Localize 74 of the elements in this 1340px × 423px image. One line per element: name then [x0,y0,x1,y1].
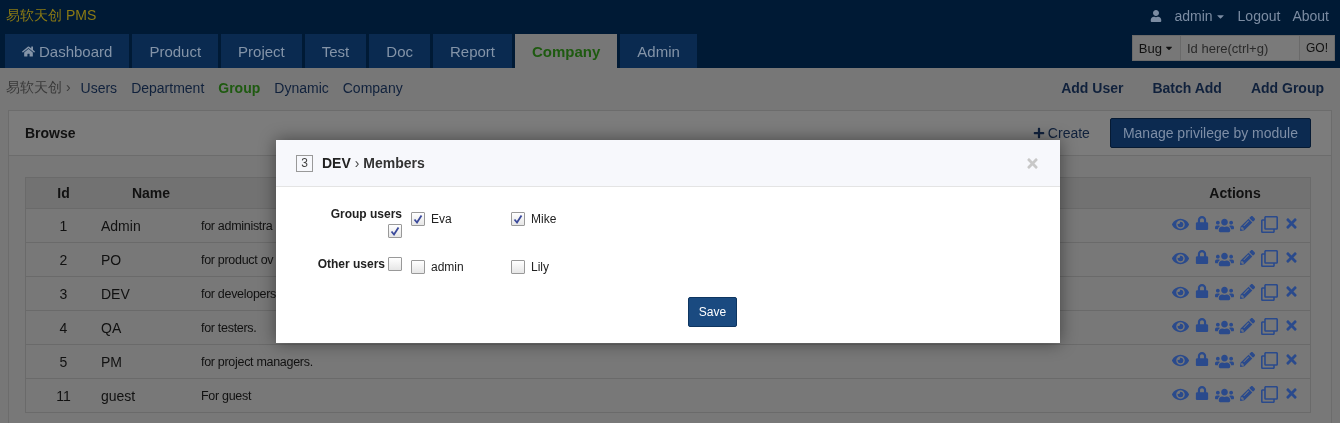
group-id: 3 [296,154,313,172]
nav-tab[interactable]: Test [304,34,367,68]
plus-icon [1032,127,1045,139]
copy-icon[interactable] [1260,386,1278,405]
nav-tab[interactable]: Doc [369,34,430,68]
table-cell: For guest [201,388,252,403]
nav-tab[interactable]: Product [132,34,219,68]
home-icon [22,44,35,58]
nav-tab[interactable]: Report [433,34,512,68]
copy-icon[interactable] [1260,250,1278,269]
dialog-title: DEV › Members [322,155,425,171]
table-cell: for administra [201,218,273,233]
panel-title: Browse [25,125,76,141]
app-brand: 易软天创 PMS [6,7,97,25]
user-name: Lily [531,260,549,274]
save-button[interactable]: Save [688,297,737,327]
user-icon [1150,10,1163,22]
checkbox[interactable] [411,212,425,226]
column-header: Actions [1208,185,1262,201]
users-icon[interactable] [1214,284,1234,303]
table-cell-text: 5 [58,353,69,370]
table-cell-text: guest [101,387,137,404]
action-link[interactable]: Batch Add [1152,80,1222,96]
action-link[interactable]: Add Group [1250,80,1324,96]
table-cell-text: QA [101,319,123,336]
table-cell-text: Admin [101,217,142,234]
subnav-link[interactable]: Users [80,80,118,96]
nav-tab[interactable]: Admin [620,34,697,68]
manage-privilege-button[interactable]: Manage privilege by module [1109,118,1311,148]
header-link[interactable]: About [1292,8,1329,24]
copy-icon[interactable] [1260,284,1278,303]
copy-icon[interactable] [1260,352,1278,371]
users-icon[interactable] [1214,250,1234,269]
copy-icon[interactable] [1260,318,1278,337]
checkbox[interactable] [511,212,525,226]
user-name: Eva [431,212,452,226]
table-cell-text: 11 [55,387,72,404]
subnav-link[interactable]: Department [131,80,205,96]
table-cell-text: DEV [101,285,131,302]
copy-icon[interactable] [1260,216,1278,235]
column-header: Name [130,185,172,201]
user-menu[interactable]: admin [1174,8,1213,24]
table-cell: for testers. [201,320,257,335]
users-icon[interactable] [1214,386,1234,405]
nav-tab[interactable]: Dashboard [5,34,130,68]
table-cell: for developers [201,286,276,301]
table-cell-text: 3 [58,285,69,302]
checkbox[interactable] [388,224,402,238]
checkbox[interactable] [511,260,525,274]
table-cell-text: PO [101,251,123,268]
table-cell: for project managers. [201,354,313,369]
breadcrumb-root[interactable]: 易软天创 › [6,79,71,97]
table-cell-text: 4 [58,319,69,336]
users-icon[interactable] [1214,352,1234,371]
users-icon[interactable] [1214,318,1234,337]
header-link[interactable]: Logout [1237,8,1281,24]
checkbox[interactable] [411,260,425,274]
subnav-link[interactable]: Dynamic [274,80,329,96]
group-label: Other users [317,257,385,271]
subnav-link[interactable]: Company [342,80,403,96]
users-icon[interactable] [1214,216,1234,235]
table-cell: for product ov [201,252,274,267]
group-label: Group users [330,207,402,221]
checkbox[interactable] [388,257,402,271]
nav-tab[interactable]: Project [221,34,302,68]
table-cell-text: PM [101,353,123,370]
close-button[interactable] [1025,155,1040,171]
user-name: Mike [531,212,557,226]
user-name: admin [431,260,464,274]
action-link[interactable]: Add User [1061,80,1124,96]
create-link[interactable]: Create [1032,125,1090,141]
table-cell-text: 2 [58,251,69,268]
table-cell-text: 1 [58,217,69,234]
column-header: Id [56,185,71,201]
